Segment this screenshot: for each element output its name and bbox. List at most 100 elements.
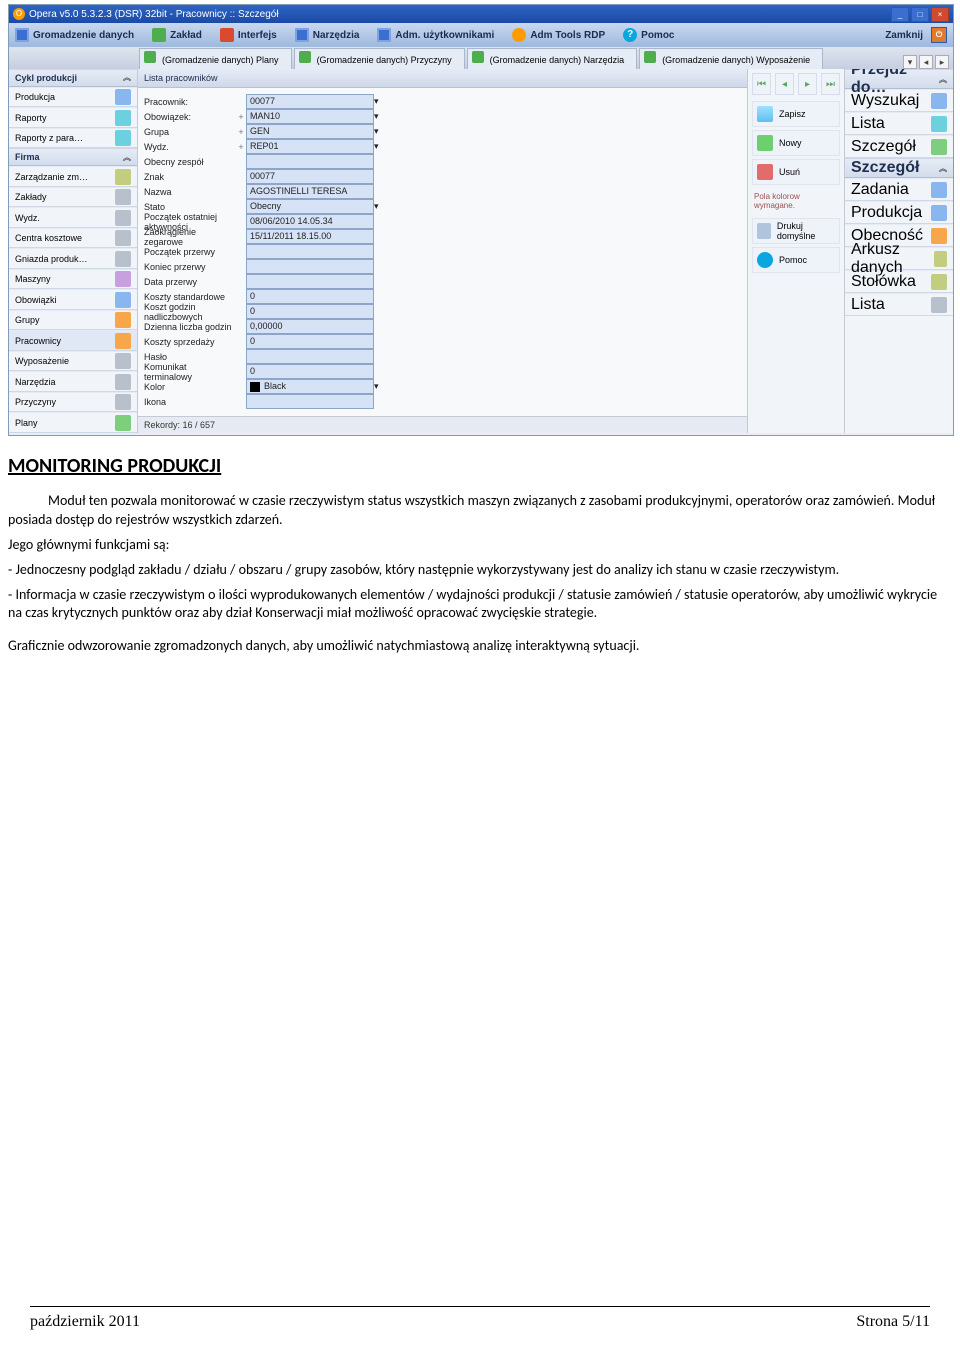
nav-section-firma[interactable]: Firma︽ [9,148,137,166]
field-input[interactable]: 0 [246,304,374,319]
nav-zarzadzanie[interactable]: Zarządzanie zm… [9,166,137,187]
detail-panel: Lista pracowników Pracownik:00077▾Obowią… [138,69,748,433]
nav-gniazda[interactable]: Gniazda produk… [9,248,137,269]
field-input[interactable]: Obecny [246,199,374,214]
menu-zamknij[interactable]: Zamknij [885,30,923,41]
field-input[interactable]: 0 [246,289,374,304]
nav-produkcja[interactable]: Produkcja [9,87,137,108]
plus-icon[interactable]: + [236,142,246,152]
menu-adm-tools[interactable]: Adm Tools RDP [512,28,605,42]
dropdown-caret-icon[interactable]: ▾ [374,96,379,107]
rnav-lista2[interactable]: Lista [845,293,953,316]
field-input[interactable]: MAN10 [246,109,374,124]
produkcja-icon [115,89,131,105]
nav-section-cykl[interactable]: Cykl produkcji︽ [9,69,137,87]
nav-pracownicy[interactable]: Pracownicy [9,330,137,351]
nav-plany[interactable]: Plany [9,412,137,433]
form-row: Obowiązek:+MAN10▾ [144,109,741,124]
field-input[interactable]: 15/11/2011 18.15.00 [246,229,374,244]
plus-icon[interactable]: + [236,112,246,122]
field-input[interactable] [246,259,374,274]
nav-grupy[interactable]: Grupy [9,310,137,331]
nav-wyposazenie[interactable]: Wyposażenie [9,351,137,372]
field-input[interactable] [246,394,374,409]
field-input[interactable]: REP01 [246,139,374,154]
field-input[interactable]: Black [246,379,374,394]
tab-narzedzia[interactable]: (Gromadzenie danych) Narzędzia [467,48,638,69]
page-footer: październik 2011 Strona 5/11 [30,1306,930,1331]
menu-adm-uzytk[interactable]: Adm. użytkownikami [377,28,494,42]
field-input[interactable]: 00077 [246,169,374,184]
menu-pomoc[interactable]: ?Pomoc [623,28,674,42]
dropdown-caret-icon[interactable]: ▾ [374,381,379,392]
delete-button[interactable]: Usuń [752,159,840,185]
help-button[interactable]: Pomoc [752,247,840,273]
rnav-stolowka[interactable]: Stołówka [845,270,953,293]
arkusz-icon [934,251,947,267]
tab-plany[interactable]: (Gromadzenie danych) Plany [139,48,292,69]
dropdown-caret-icon[interactable]: ▾ [374,201,379,212]
tabstrip: (Gromadzenie danych) Plany (Gromadzenie … [9,47,953,69]
menu-zaklad[interactable]: Zakład [152,28,202,42]
plus-icon[interactable]: + [236,127,246,137]
field-input[interactable] [246,274,374,289]
tab-wyposazenie[interactable]: (Gromadzenie danych) Wyposażenie [639,48,823,69]
field-label: Dzienna liczba godzin [144,322,236,332]
maximize-button[interactable]: □ [911,7,929,22]
field-label: Grupa [144,127,236,137]
form-area: Pracownik:00077▾Obowiązek:+MAN10▾Grupa+G… [138,88,747,416]
minimize-button[interactable]: _ [891,7,909,22]
field-label: Koszt godzin nadliczbowych [144,302,236,322]
dropdown-caret-icon[interactable]: ▾ [374,126,379,137]
field-input[interactable]: 08/06/2010 14.05.34 [246,214,374,229]
tab-przyczyny[interactable]: (Gromadzenie danych) Przyczyny [294,48,465,69]
dropdown-caret-icon[interactable]: ▾ [374,141,379,152]
rnav-szczegol[interactable]: Szczegół [845,135,953,158]
form-row: Koszt godzin nadliczbowych 0 [144,304,741,319]
field-input[interactable] [246,244,374,259]
nav-raporty[interactable]: Raporty [9,107,137,128]
dropdown-caret-icon[interactable]: ▾ [374,111,379,122]
rnav-wyszukaj[interactable]: Wyszukaj [845,89,953,112]
help-icon [757,252,773,268]
nav-next-button[interactable]: ▸ [798,73,817,95]
obowiazki-icon [115,292,131,308]
nav-maszyny[interactable]: Maszyny [9,269,137,290]
rnav-zadania[interactable]: Zadania [845,178,953,201]
tab-icon [644,51,656,63]
tab-scroll[interactable]: ▾◂▸ [903,55,949,69]
nav-centra[interactable]: Centra kosztowe [9,228,137,249]
field-input[interactable]: GEN [246,124,374,139]
nav-obowiazki[interactable]: Obowiązki [9,289,137,310]
rnav-lista[interactable]: Lista [845,112,953,135]
rnav-goto[interactable]: Przejdź do…︽ [845,69,953,89]
new-button[interactable]: Nowy [752,130,840,156]
nav-przyczyny[interactable]: Przyczyny [9,392,137,413]
print-button[interactable]: Drukuj domyślne [752,218,840,244]
menu-narzedzia[interactable]: Narzędzia [295,28,360,42]
nav-zaklady[interactable]: Zakłady [9,187,137,208]
field-label: Znak [144,172,236,182]
save-button[interactable]: Zapisz [752,101,840,127]
field-input[interactable]: 0 [246,364,374,379]
field-input[interactable]: 00077 [246,94,374,109]
menu-interfejs[interactable]: Interfejs [220,28,277,42]
przyczyny-icon [115,394,131,410]
nav-raporty-para[interactable]: Raporty z para… [9,128,137,149]
field-input[interactable]: 0 [246,334,374,349]
field-input[interactable]: AGOSTINELLI TERESA [246,184,374,199]
nav-first-button[interactable]: ⏮ [752,73,771,95]
nav-last-button[interactable]: ⏭ [821,73,840,95]
close-button[interactable]: × [931,7,949,22]
nav-prev-button[interactable]: ◂ [775,73,794,95]
rnav-arkusz[interactable]: Arkusz danych [845,247,953,270]
field-input[interactable]: 0,00000 [246,319,374,334]
field-input[interactable] [246,349,374,364]
menu-gromadzenie[interactable]: Gromadzenie danych [15,28,134,42]
field-input[interactable] [246,154,374,169]
rnav-szczegol-sec[interactable]: Szczegół︽ [845,158,953,178]
nav-narzedzia[interactable]: Narzędzia [9,371,137,392]
close-menu-icon[interactable]: ⏻ [931,27,947,43]
rnav-produkcja[interactable]: Produkcja [845,201,953,224]
nav-wydz[interactable]: Wydz. [9,207,137,228]
